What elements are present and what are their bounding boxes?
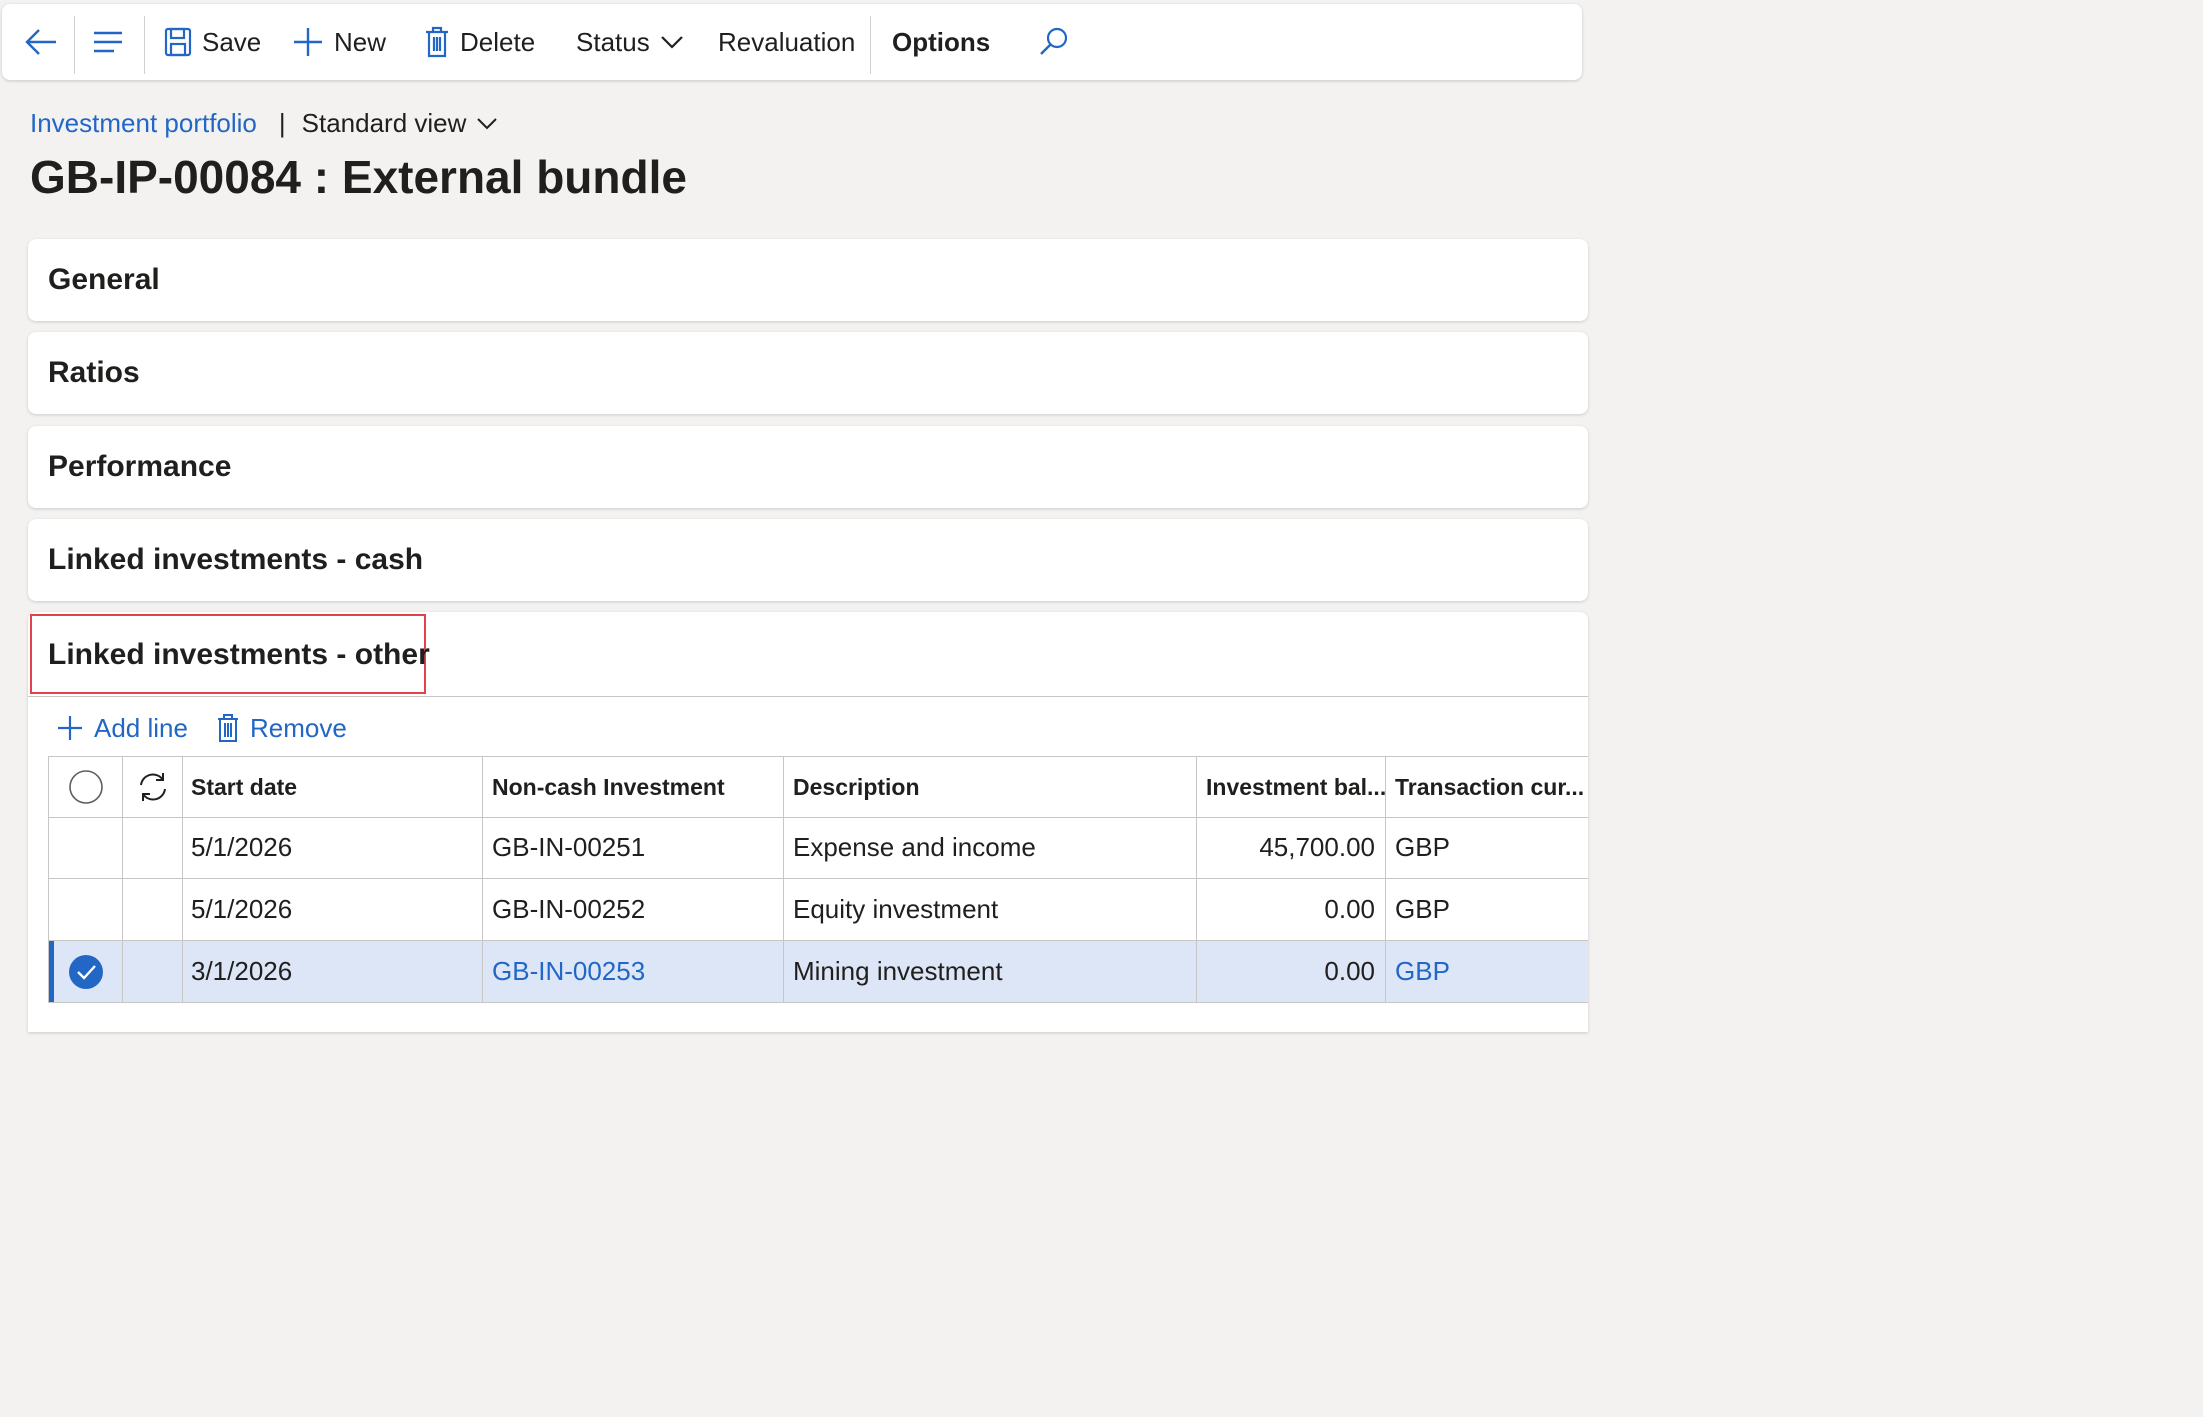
toolbar-divider	[144, 16, 145, 74]
new-button[interactable]: New	[292, 4, 386, 80]
table-row[interactable]: 5/1/2026 GB-IN-00251 Expense and income …	[48, 817, 1588, 879]
add-line-button[interactable]: Add line	[56, 713, 188, 744]
balance-cell[interactable]: 0.00	[1197, 941, 1386, 1002]
balance-cell[interactable]: 45,700.00	[1197, 817, 1386, 878]
column-header-currency[interactable]: Transaction cur...	[1386, 757, 1596, 817]
search-icon	[1040, 27, 1068, 55]
row-spacer	[123, 941, 183, 1002]
fasttab-general[interactable]: General	[28, 239, 1588, 321]
back-arrow-icon	[25, 29, 56, 55]
back-button[interactable]	[24, 4, 58, 80]
page-title: GB-IP-00084 : External bundle	[30, 151, 687, 203]
balance-cell[interactable]: 0.00	[1197, 879, 1386, 940]
trash-icon	[217, 714, 238, 742]
row-selector[interactable]	[48, 879, 123, 940]
view-label: Standard view	[301, 107, 467, 138]
options-label: Options	[892, 26, 991, 57]
search-button[interactable]	[1038, 4, 1070, 80]
row-selector[interactable]	[48, 817, 123, 878]
options-tab[interactable]: Options	[892, 4, 990, 80]
remove-button[interactable]: Remove	[216, 713, 347, 744]
investment-link[interactable]: GB-IN-00253	[483, 941, 784, 1002]
revaluation-button[interactable]: Revaluation	[718, 4, 855, 80]
fasttab-linked-investments-cash[interactable]: Linked investments - cash	[28, 519, 1588, 601]
column-header-balance[interactable]: Investment bal...	[1197, 757, 1386, 817]
start-date-cell[interactable]: 3/1/2026	[183, 941, 483, 1002]
row-spacer	[123, 817, 183, 878]
description-cell[interactable]: Expense and income	[784, 817, 1197, 878]
column-header-start-date[interactable]: Start date	[183, 757, 483, 817]
revaluation-label: Revaluation	[718, 26, 856, 57]
table-row-selected[interactable]: 3/1/2026 GB-IN-00253 Mining investment 0…	[48, 941, 1588, 1003]
investment-cell[interactable]: GB-IN-00251	[483, 817, 784, 878]
currency-cell[interactable]: GBP	[1386, 879, 1596, 940]
fasttab-linked-investments-other: Linked investments - other Add line Remo…	[28, 612, 1588, 1032]
section-title: Performance	[48, 450, 232, 483]
menu-button[interactable]	[92, 4, 126, 80]
refresh-icon	[139, 773, 166, 801]
plus-icon	[58, 716, 82, 740]
currency-cell[interactable]: GBP	[1386, 817, 1596, 878]
refresh-button[interactable]	[123, 757, 183, 817]
section-title: General	[48, 263, 160, 296]
row-spacer	[123, 879, 183, 940]
chevron-down-icon	[477, 117, 498, 129]
section-title: Linked investments - other	[48, 638, 430, 671]
section-header[interactable]: Linked investments - other	[28, 612, 1588, 697]
select-all-checkbox[interactable]	[48, 757, 123, 817]
new-label: New	[334, 26, 387, 57]
save-button[interactable]: Save	[164, 4, 261, 80]
start-date-cell[interactable]: 5/1/2026	[183, 817, 483, 878]
breadcrumb: Investment portfolio | Standard view	[30, 104, 498, 142]
save-icon	[164, 27, 192, 57]
fasttab-ratios[interactable]: Ratios	[28, 332, 1588, 414]
delete-button[interactable]: Delete	[424, 4, 535, 80]
save-label: Save	[202, 26, 262, 57]
status-label: Status	[576, 26, 650, 57]
breadcrumb-separator: |	[278, 107, 286, 138]
column-header-investment[interactable]: Non-cash Investment	[483, 757, 784, 817]
trash-icon	[426, 26, 448, 58]
breadcrumb-link[interactable]: Investment portfolio	[30, 108, 257, 139]
start-date-cell[interactable]: 5/1/2026	[183, 879, 483, 940]
toolbar-divider	[74, 16, 75, 74]
circle-checkbox-icon	[68, 770, 103, 804]
add-line-label: Add line	[94, 712, 188, 743]
checkmark-icon	[68, 954, 103, 989]
row-selector[interactable]	[48, 941, 123, 1002]
status-menu-button[interactable]: Status	[576, 4, 684, 80]
section-title: Linked investments - cash	[48, 543, 424, 576]
description-cell[interactable]: Mining investment	[784, 941, 1197, 1002]
chevron-down-icon	[660, 36, 683, 49]
hamburger-icon	[94, 31, 122, 53]
description-cell[interactable]: Equity investment	[784, 879, 1197, 940]
delete-label: Delete	[460, 26, 536, 57]
grid-action-bar: Add line Remove	[56, 708, 347, 748]
toolbar-divider	[870, 16, 871, 74]
section-title: Ratios	[48, 356, 140, 389]
plus-icon	[294, 28, 322, 56]
view-selector[interactable]: Standard view	[302, 108, 499, 139]
column-header-description[interactable]: Description	[784, 757, 1197, 817]
table-row[interactable]: 5/1/2026 GB-IN-00252 Equity investment 0…	[48, 879, 1588, 941]
remove-label: Remove	[249, 712, 347, 743]
investment-cell[interactable]: GB-IN-00252	[483, 879, 784, 940]
currency-link[interactable]: GBP	[1386, 941, 1596, 1002]
fasttab-performance[interactable]: Performance	[28, 426, 1588, 508]
action-pane: Save New Delete Status Revaluation Optio…	[2, 4, 1582, 80]
table-header-row: Start date Non-cash Investment Descripti…	[48, 756, 1588, 818]
